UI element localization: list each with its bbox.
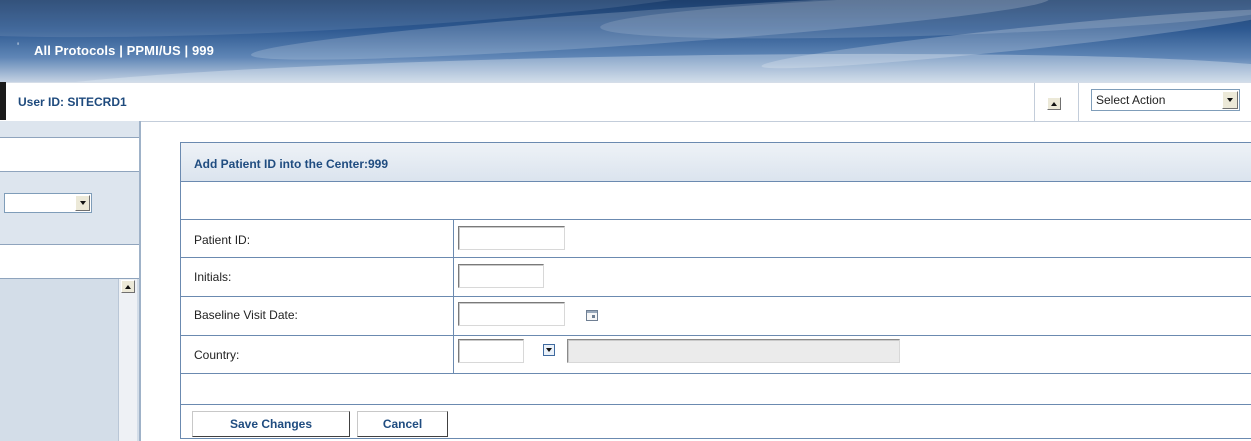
sidebar-header-strip [0, 121, 139, 138]
row-divider [181, 257, 1251, 258]
row-divider [181, 181, 1251, 182]
sidebar-edge [139, 121, 141, 441]
form-title: Add Patient ID into the Center:999 [194, 157, 389, 171]
sidebar-dropdown[interactable] [4, 193, 92, 213]
chevron-up-icon [1051, 101, 1057, 106]
initials-label: Initials: [194, 270, 232, 284]
cancel-button[interactable]: Cancel [357, 411, 448, 437]
user-id-label: User ID: SITECRD1 [18, 95, 127, 109]
userbar-accent-bar [0, 82, 6, 120]
dropdown-lookup-icon[interactable] [543, 344, 555, 356]
scroll-up-button[interactable] [121, 280, 135, 293]
add-patient-form: Add Patient ID into the Center:999 Patie… [180, 142, 1251, 439]
row-divider [181, 404, 1251, 405]
header-banner [0, 0, 1251, 82]
userbar-divider [1078, 83, 1079, 121]
label-column-divider [453, 220, 454, 374]
chevron-down-icon[interactable] [75, 195, 90, 211]
sidebar-scrollbar[interactable] [118, 279, 137, 441]
chevron-down-icon[interactable] [1222, 91, 1238, 109]
save-changes-button[interactable]: Save Changes [192, 411, 350, 437]
userbar-divider [1034, 83, 1035, 121]
country-label: Country: [194, 348, 240, 362]
baseline-visit-date-label: Baseline Visit Date: [194, 308, 298, 322]
sidebar-section [0, 245, 139, 279]
patient-id-label: Patient ID: [194, 233, 251, 247]
country-name-field [567, 339, 900, 363]
select-action-dropdown[interactable]: Select Action [1091, 89, 1240, 111]
row-divider [181, 219, 1251, 220]
select-action-value: Select Action [1096, 93, 1166, 107]
collapse-header-button[interactable] [1047, 97, 1061, 110]
initials-input[interactable] [458, 264, 544, 288]
sidebar-section [0, 138, 139, 172]
banner-tick-mark: ' [17, 41, 20, 53]
protocol-breadcrumb: All Protocols | PPMI/US | 999 [34, 43, 214, 58]
row-divider [181, 296, 1251, 297]
country-code-input[interactable] [458, 339, 524, 363]
chevron-up-icon [125, 284, 131, 289]
patient-id-input[interactable] [458, 226, 565, 250]
calendar-icon[interactable] [586, 310, 598, 321]
form-header: Add Patient ID into the Center:999 [181, 143, 1251, 181]
user-bar: User ID: SITECRD1 [0, 82, 1251, 122]
row-divider [181, 373, 1251, 374]
baseline-visit-date-input[interactable] [458, 302, 565, 326]
row-divider [181, 335, 1251, 336]
